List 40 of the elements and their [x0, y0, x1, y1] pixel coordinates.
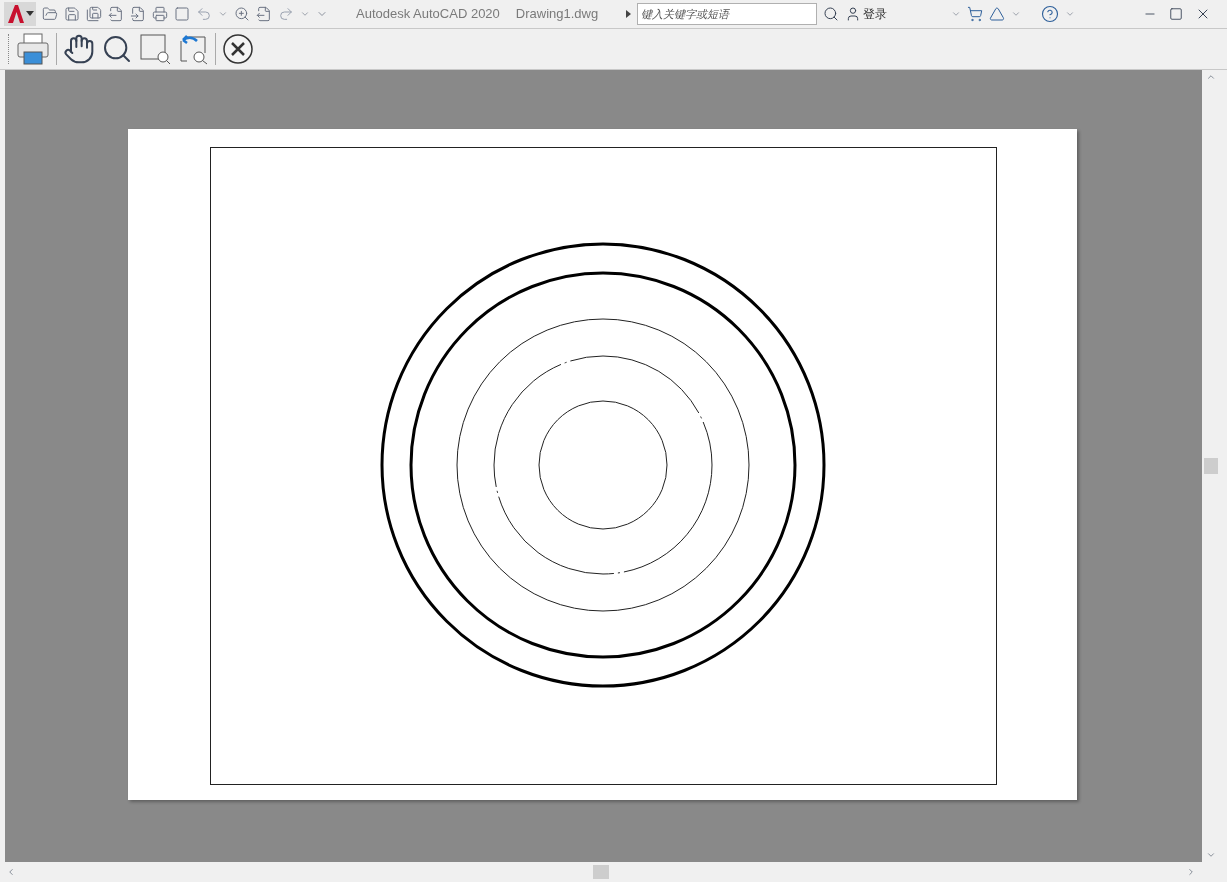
expand-arrow-icon[interactable] — [626, 10, 632, 18]
caret-icon — [26, 11, 34, 17]
search-field[interactable]: 键入关键字或短语 — [637, 3, 818, 25]
letter-a-logo-icon — [6, 4, 26, 24]
zoom-previous-icon[interactable] — [177, 33, 209, 65]
maximize-icon[interactable] — [1169, 7, 1184, 21]
app-menu-button[interactable] — [4, 2, 36, 26]
sign-in-button[interactable]: 登录 — [863, 5, 888, 23]
scroll-left-icon[interactable] — [6, 867, 16, 877]
export-icon[interactable] — [108, 6, 124, 22]
plot-icon[interactable] — [256, 6, 272, 22]
scroll-up-icon[interactable] — [1205, 72, 1216, 82]
redo-icon[interactable] — [278, 6, 294, 22]
triangle-icon[interactable] — [989, 6, 1006, 22]
printer-icon[interactable] — [16, 32, 50, 66]
import-icon[interactable] — [130, 6, 146, 22]
document-title: Drawing1.dwg — [515, 5, 599, 24]
scroll-thumb[interactable] — [593, 865, 609, 879]
scroll-thumb[interactable] — [1203, 458, 1218, 474]
help-icon[interactable] — [1041, 5, 1060, 23]
caret-icon[interactable] — [218, 9, 228, 19]
caret-icon[interactable] — [1011, 9, 1022, 19]
caret-icon[interactable] — [300, 9, 310, 19]
scroll-down-icon[interactable] — [1205, 850, 1216, 860]
cart-icon[interactable] — [967, 6, 984, 22]
save-as-icon[interactable] — [86, 6, 102, 22]
app-title: Autodesk AutoCAD 2020 — [356, 5, 500, 24]
zoom-window-icon[interactable] — [139, 33, 171, 65]
page-icon[interactable] — [174, 6, 190, 22]
preview-icon[interactable] — [234, 6, 250, 22]
pan-hand-icon[interactable] — [63, 33, 95, 65]
caret-icon[interactable] — [1065, 9, 1076, 19]
undo-icon[interactable] — [196, 6, 212, 22]
print-icon[interactable] — [152, 6, 168, 22]
close-preview-icon[interactable] — [222, 33, 254, 65]
caret-icon[interactable] — [951, 9, 962, 19]
scroll-right-icon[interactable] — [1186, 867, 1196, 877]
save-icon[interactable] — [64, 6, 80, 22]
zoom-icon[interactable] — [101, 33, 133, 65]
open-folder-icon[interactable] — [42, 6, 58, 22]
